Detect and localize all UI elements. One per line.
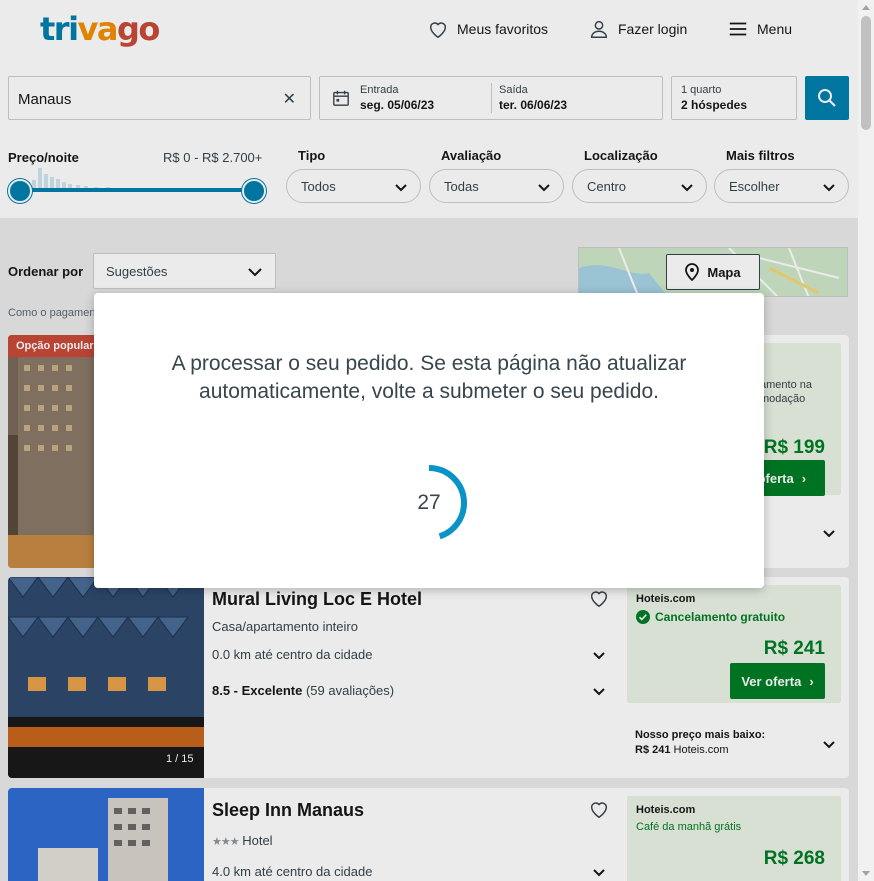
scroll-thumb[interactable] (861, 16, 871, 130)
scroll-up-arrow[interactable] (862, 5, 870, 10)
scroll-down-arrow[interactable] (862, 871, 870, 876)
page-scrollbar[interactable] (858, 0, 874, 881)
countdown-spinner: 27 (389, 463, 469, 543)
processing-message: A processar o seu pedido. Se esta página… (171, 352, 687, 403)
page: trivago Meus favoritos Fazer login Menu … (0, 0, 858, 881)
countdown-number: 27 (417, 491, 441, 514)
processing-dialog: A processar o seu pedido. Se esta página… (94, 293, 764, 588)
